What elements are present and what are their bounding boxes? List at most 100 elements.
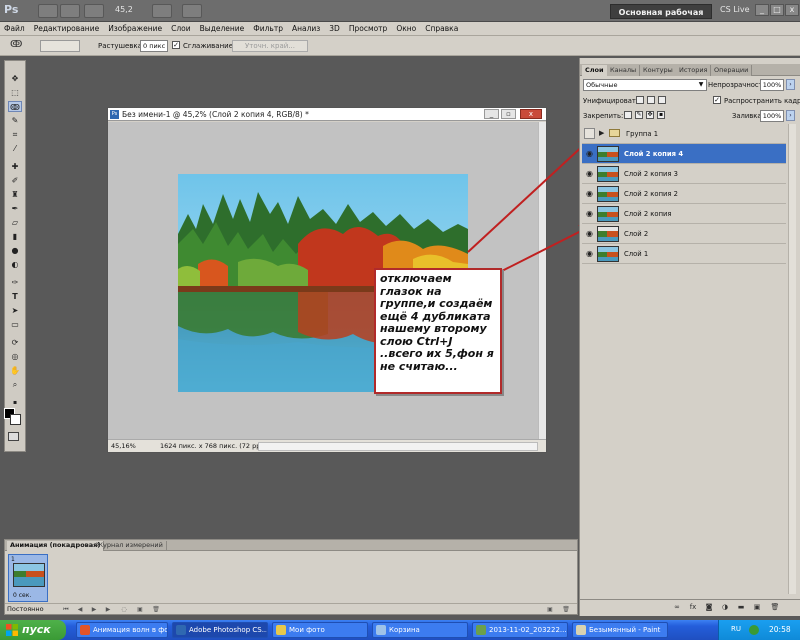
propagate-frame-label: Распространить кадр 1: [724, 97, 800, 105]
unify-position-icon[interactable]: [636, 96, 644, 104]
photoshop-icon: [176, 625, 186, 635]
folder-icon: [276, 625, 286, 635]
layer-row-copy[interactable]: ◉ Слой 2 копия: [582, 204, 786, 224]
lock-transparency-icon[interactable]: [624, 111, 632, 119]
taskbar-item-recycle-bin[interactable]: Корзина: [372, 622, 468, 638]
tray-app-icon[interactable]: [749, 625, 759, 635]
tab-channels[interactable]: Каналы: [607, 65, 641, 76]
unify-style-icon[interactable]: [658, 96, 666, 104]
taskbar-item-my-photos[interactable]: Мои фото: [272, 622, 368, 638]
task-label: Безымянный - Paint: [589, 626, 661, 634]
loop-options-select[interactable]: Постоянно: [7, 605, 44, 613]
new-group-icon[interactable]: ▬: [736, 603, 746, 612]
task-label: Мои фото: [289, 626, 325, 634]
windows-taskbar: пуск Анимация волн в фо... Adobe Photosh…: [0, 620, 800, 640]
tab-paths[interactable]: Контуры: [640, 65, 677, 76]
recycle-bin-icon: [376, 625, 386, 635]
layer-style-icon[interactable]: fx: [688, 603, 698, 612]
first-frame-icon[interactable]: ⏮: [61, 605, 71, 614]
taskbar-item-photoshop[interactable]: Adobe Photoshop CS...: [172, 622, 268, 638]
annotation-callout: отключаем глазок на группе,и создаём ещё…: [374, 268, 502, 394]
tab-animation-frames[interactable]: Анимация (покадровая): [7, 541, 105, 551]
layer-row-copy-2[interactable]: ◉ Слой 2 копия 2: [582, 184, 786, 204]
layer-row-copy-4[interactable]: ◉ Слой 2 копия 4: [582, 144, 786, 164]
layer-name: Слой 2 копия 3: [624, 170, 679, 178]
lock-pixels-icon[interactable]: ✎: [635, 111, 643, 119]
frame-number: 1: [11, 556, 15, 563]
system-tray: RU 20:58: [718, 620, 800, 640]
task-label: Корзина: [389, 626, 420, 634]
animation-frame[interactable]: 1 0 сек.: [8, 554, 48, 602]
photoshop-window: Ps 45,2 Основная рабочая среда CS Live _…: [0, 0, 800, 640]
new-frame-icon[interactable]: ▣: [545, 605, 555, 614]
lock-position-icon[interactable]: ✥: [646, 111, 654, 119]
next-frame-icon[interactable]: ▶: [103, 605, 113, 614]
eye-icon[interactable]: ◉: [584, 188, 595, 199]
fill-input[interactable]: 100%: [760, 110, 784, 122]
taskbar-item-paint[interactable]: Безымянный - Paint: [572, 622, 668, 638]
eye-icon[interactable]: ◉: [584, 148, 595, 159]
expand-arrow-icon[interactable]: ▶: [599, 129, 604, 137]
folder-icon: [609, 129, 620, 137]
layer-mask-icon[interactable]: ◙: [704, 603, 714, 612]
delete-frame-icon[interactable]: 🗑: [151, 605, 161, 614]
visibility-toggle-empty[interactable]: [584, 128, 595, 139]
start-button[interactable]: пуск: [0, 620, 66, 640]
layer-thumbnail: [597, 186, 619, 202]
layer-row-copy-3[interactable]: ◉ Слой 2 копия 3: [582, 164, 786, 184]
unify-label: Унифицировать:: [583, 97, 643, 105]
panel-tab-strip: Слои Каналы Контуры История Операции: [580, 64, 800, 76]
eye-icon[interactable]: ◉: [584, 208, 595, 219]
layer-name: Слой 1: [624, 250, 649, 258]
tab-actions[interactable]: Операции: [711, 65, 753, 76]
tab-measurement-log[interactable]: Журнал измерений: [93, 541, 167, 551]
layer-thumbnail: [597, 246, 619, 262]
language-indicator[interactable]: RU: [731, 625, 741, 633]
paint-icon: [576, 625, 586, 635]
animation-controls: Постоянно ⏮ ◀ ▶ ▶ ◌ ▣ 🗑 ▣ 🗑: [5, 603, 577, 614]
blend-mode-select[interactable]: Обычные ▼: [583, 79, 707, 91]
animation-tab-strip: Анимация (покадровая) Журнал измерений: [5, 540, 577, 551]
image-file-icon: [476, 625, 486, 635]
trash-icon[interactable]: 🗑: [770, 603, 780, 612]
layers-list: ▶ Группа 1 ◉ Слой 2 копия 4 ◉ Слой 2 коп…: [582, 124, 798, 264]
adjustment-layer-icon[interactable]: ◑: [720, 603, 730, 612]
chevron-down-icon: ▼: [698, 81, 704, 88]
lock-label: Закрепить:: [583, 112, 624, 120]
layer-row-layer-2[interactable]: ◉ Слой 2: [582, 224, 786, 244]
annotation-text: отключаем глазок на группе,и создаём ещё…: [380, 272, 494, 373]
blend-mode-value: Обычные: [586, 81, 618, 89]
duplicate-frame-icon[interactable]: ▣: [135, 605, 145, 614]
eye-icon[interactable]: ◉: [584, 248, 595, 259]
layer-row-group-1[interactable]: ▶ Группа 1: [582, 124, 786, 144]
task-label: Adobe Photoshop CS...: [189, 626, 268, 634]
play-icon[interactable]: ▶: [89, 605, 99, 614]
arrow-to-layer-2: [495, 227, 588, 275]
propagate-frame-checkbox[interactable]: ✓: [713, 96, 721, 104]
taskbar-item-screenshot[interactable]: 2013-11-02_203222....: [472, 622, 568, 638]
delete-icon[interactable]: 🗑: [561, 605, 571, 614]
layers-scrollbar[interactable]: [788, 124, 796, 594]
frame-delay[interactable]: 0 сек.: [13, 592, 31, 599]
previous-frame-icon[interactable]: ◀: [75, 605, 85, 614]
fill-slider-arrow-icon[interactable]: ›: [786, 110, 795, 121]
arrow-to-group: [467, 141, 588, 253]
opacity-slider-arrow-icon[interactable]: ›: [786, 79, 795, 90]
new-layer-icon[interactable]: ▣: [752, 603, 762, 612]
link-layers-icon[interactable]: ∞: [672, 603, 682, 612]
taskbar-item-browser[interactable]: Анимация волн в фо...: [76, 622, 168, 638]
opacity-input[interactable]: 100%: [760, 79, 784, 91]
lock-all-icon[interactable]: ▪: [657, 111, 665, 119]
layer-thumbnail: [597, 166, 619, 182]
frame-thumbnail: [13, 563, 45, 587]
tab-layers[interactable]: Слои: [582, 65, 608, 76]
layer-name: Слой 2 копия 2: [624, 190, 679, 198]
eye-icon[interactable]: ◉: [584, 228, 595, 239]
eye-icon[interactable]: ◉: [584, 168, 595, 179]
layer-row-layer-1[interactable]: ◉ Слой 1: [582, 244, 786, 264]
layers-panel-footer: ∞ fx ◙ ◑ ▬ ▣ 🗑: [580, 599, 800, 615]
tab-history[interactable]: История: [676, 65, 712, 76]
clock[interactable]: 20:58: [769, 625, 791, 634]
unify-visibility-icon[interactable]: [647, 96, 655, 104]
tween-icon[interactable]: ◌: [119, 605, 129, 614]
